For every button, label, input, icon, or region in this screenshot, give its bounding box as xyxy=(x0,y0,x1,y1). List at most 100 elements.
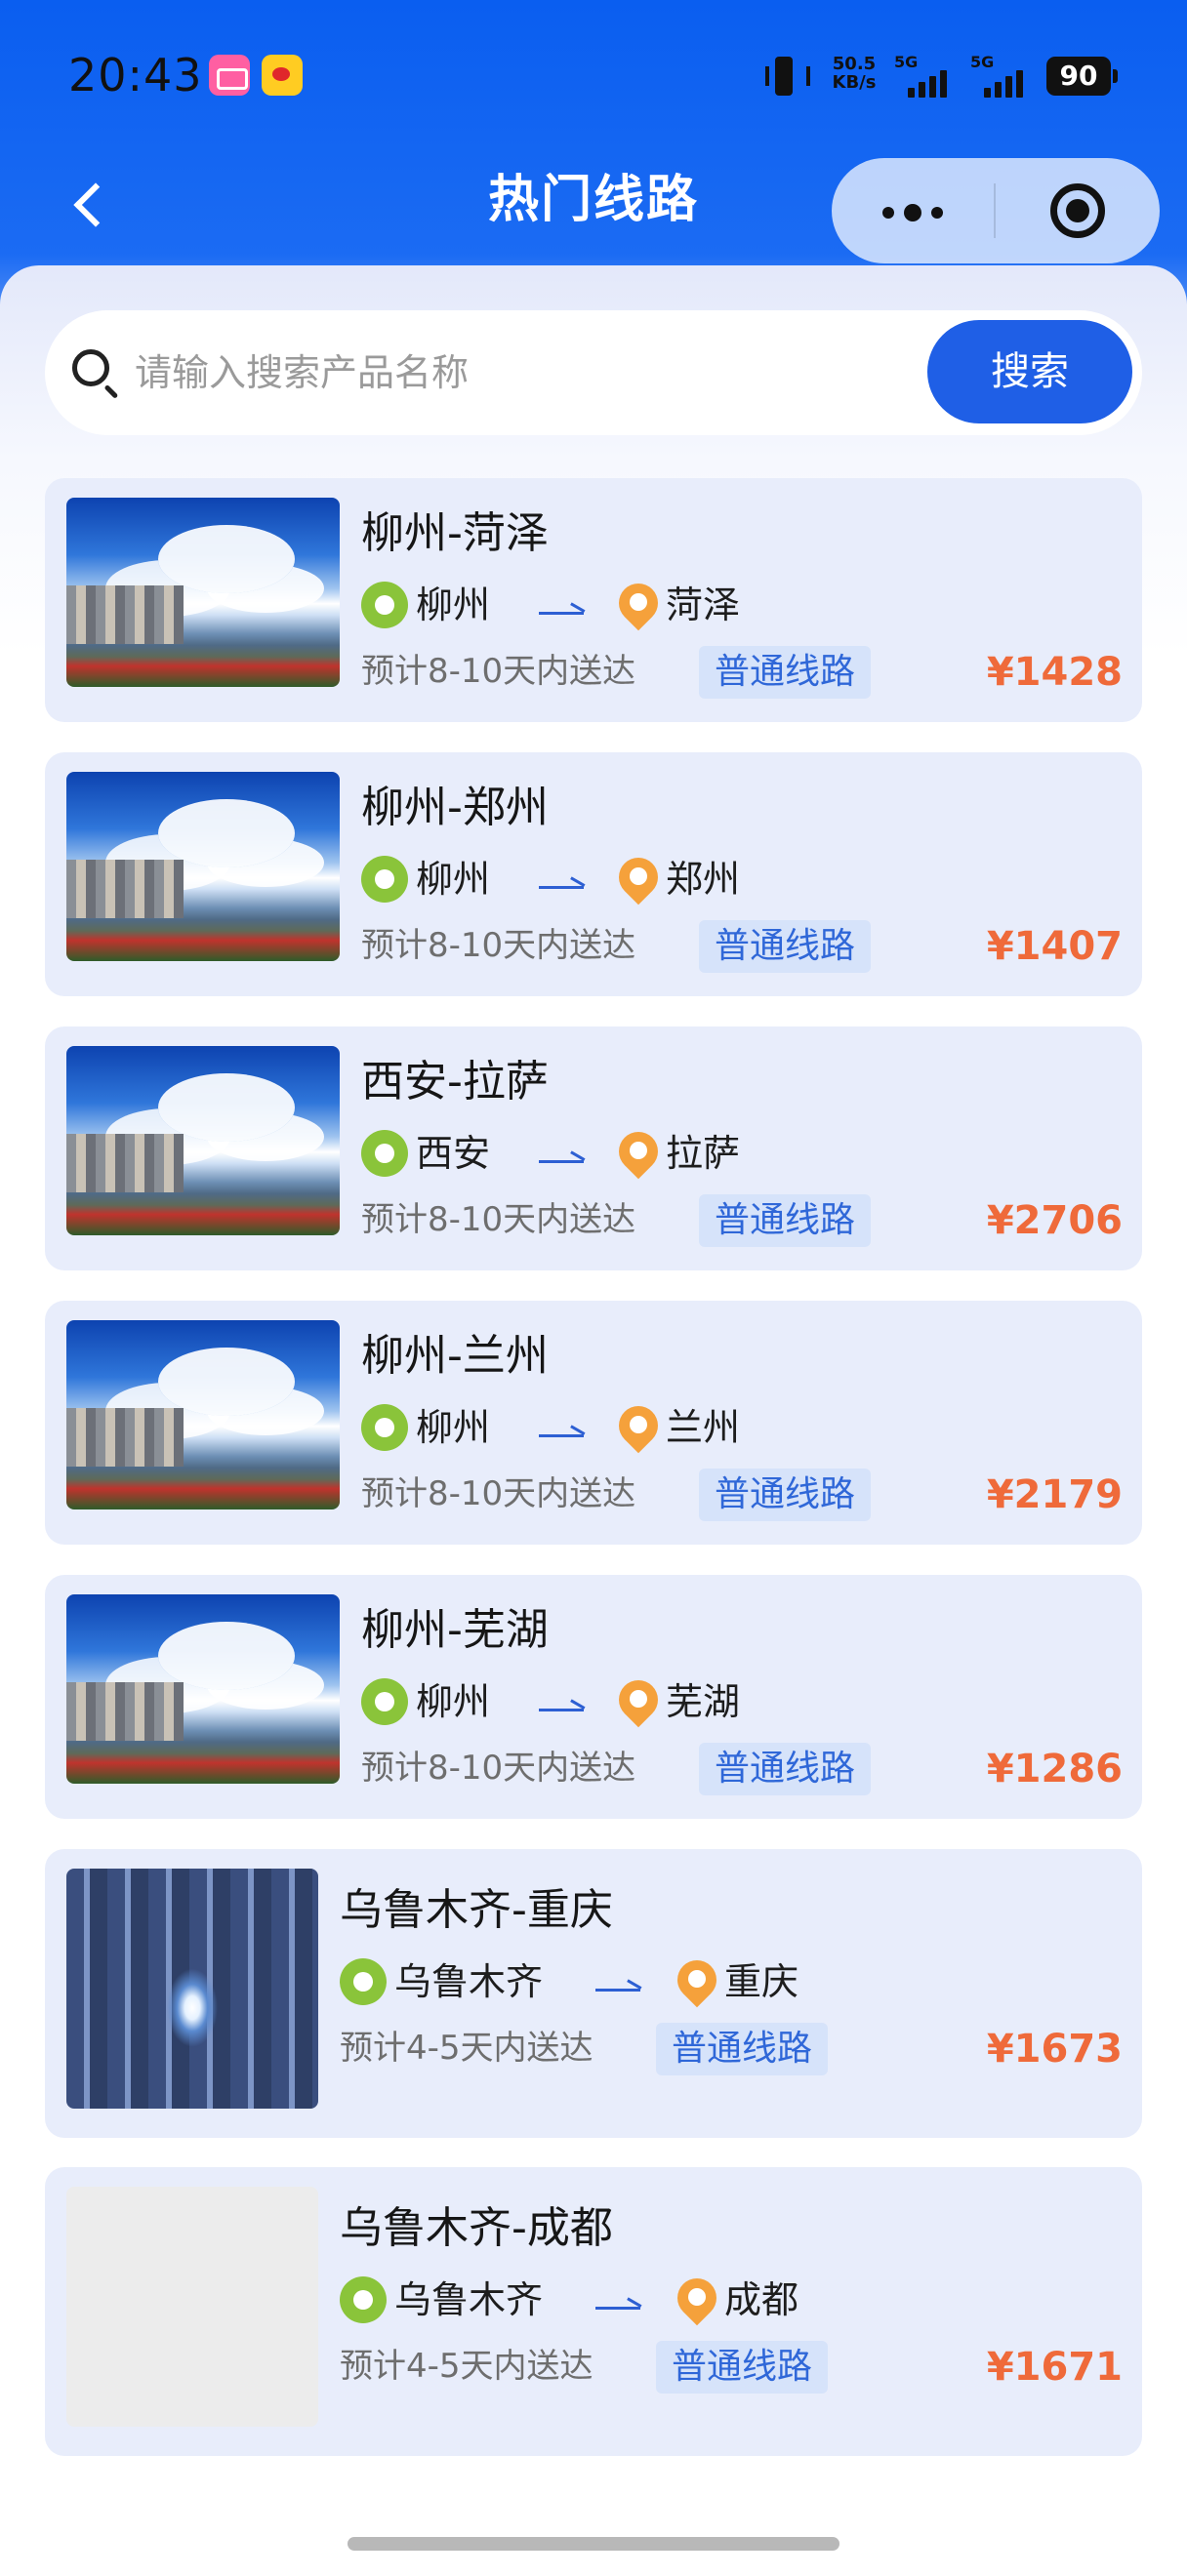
origin-city: 柳州 xyxy=(416,1406,491,1449)
network-speed: 50.5 KB/s xyxy=(826,55,882,92)
home-indicator[interactable] xyxy=(348,2537,839,2551)
route-path: 柳州 兰州 xyxy=(361,1402,1103,1453)
route-card[interactable]: 柳州-兰州 柳州 兰州 预计8-10天内送达 普通线路 ¥2179 xyxy=(45,1301,1142,1545)
route-card[interactable]: 柳州-菏泽 柳州 菏泽 预计8-10天内送达 普通线路 ¥1428 xyxy=(45,478,1142,722)
arrow-right-icon xyxy=(539,875,586,889)
signal-type: 5G xyxy=(970,53,995,71)
location-pin-icon xyxy=(617,854,660,905)
route-image xyxy=(66,772,340,961)
route-info: 乌鲁木齐-成都 乌鲁木齐 成都 预计4-5天内送达 普通线路 ¥1671 xyxy=(340,2193,1123,2397)
route-list: 柳州-菏泽 柳州 菏泽 预计8-10天内送达 普通线路 ¥1428 柳州-郑州 xyxy=(45,478,1142,2485)
route-image xyxy=(66,1594,340,1784)
delivery-estimate: 预计8-10天内送达 xyxy=(361,1749,636,1788)
route-title: 柳州-菏泽 xyxy=(361,508,549,558)
route-type-tag: 普通线路 xyxy=(656,2341,829,2394)
search-input[interactable] xyxy=(135,340,945,406)
location-pin-icon xyxy=(675,2274,718,2325)
origin-dot-icon xyxy=(340,2276,387,2323)
origin-dot-icon xyxy=(361,1130,408,1177)
nav-bar: 热门线路 xyxy=(0,146,1187,273)
origin-city: 乌鲁木齐 xyxy=(394,1960,544,2003)
destination-city: 成都 xyxy=(724,2278,799,2321)
route-path: 柳州 郑州 xyxy=(361,854,1103,905)
weibo-icon xyxy=(262,55,303,96)
delivery-estimate: 预计8-10天内送达 xyxy=(361,652,636,691)
origin-dot-icon xyxy=(361,582,408,628)
route-info: 柳州-菏泽 柳州 菏泽 预计8-10天内送达 普通线路 ¥1428 xyxy=(361,498,1123,703)
route-type-tag: 普通线路 xyxy=(656,2023,829,2075)
destination-city: 兰州 xyxy=(666,1406,741,1449)
route-card[interactable]: 西安-拉萨 西安 拉萨 预计8-10天内送达 普通线路 ¥2706 xyxy=(45,1026,1142,1270)
close-target-icon[interactable] xyxy=(996,158,1160,263)
route-card[interactable]: 乌鲁木齐-重庆 乌鲁木齐 重庆 预计4-5天内送达 普通线路 ¥1673 xyxy=(45,1849,1142,2138)
destination-city: 重庆 xyxy=(724,1960,799,2003)
signal-icon: 5G xyxy=(970,53,1035,98)
route-title: 西安-拉萨 xyxy=(361,1057,549,1107)
route-info: 西安-拉萨 西安 拉萨 预计8-10天内送达 普通线路 ¥2706 xyxy=(361,1046,1123,1251)
route-price: ¥1286 xyxy=(986,1747,1123,1791)
arrow-right-icon xyxy=(539,1698,586,1711)
status-time: 20:43 xyxy=(68,49,203,101)
route-info: 乌鲁木齐-重庆 乌鲁木齐 重庆 预计4-5天内送达 普通线路 ¥1673 xyxy=(340,1874,1123,2079)
route-image xyxy=(66,498,340,687)
origin-dot-icon xyxy=(340,1958,387,2005)
route-price: ¥2179 xyxy=(986,1472,1123,1517)
route-card[interactable]: 柳州-郑州 柳州 郑州 预计8-10天内送达 普通线路 ¥1407 xyxy=(45,752,1142,996)
delivery-estimate: 预计8-10天内送达 xyxy=(361,1200,636,1239)
route-title: 柳州-芜湖 xyxy=(361,1605,549,1655)
route-price: ¥1673 xyxy=(986,2027,1123,2072)
route-type-tag: 普通线路 xyxy=(699,1194,872,1247)
more-dots-icon[interactable] xyxy=(832,158,994,263)
delivery-estimate: 预计4-5天内送达 xyxy=(340,2029,594,2068)
route-title: 柳州-郑州 xyxy=(361,783,549,832)
route-info: 柳州-郑州 柳州 郑州 预计8-10天内送达 普通线路 ¥1407 xyxy=(361,772,1123,977)
route-path: 乌鲁木齐 成都 xyxy=(340,2274,1082,2325)
route-info: 柳州-芜湖 柳州 芜湖 预计8-10天内送达 普通线路 ¥1286 xyxy=(361,1594,1123,1799)
network-speed-value: 50.5 xyxy=(832,54,877,74)
origin-dot-icon xyxy=(361,856,408,903)
route-price: ¥1407 xyxy=(986,924,1123,969)
route-title: 乌鲁木齐-成都 xyxy=(340,2203,613,2253)
route-card[interactable]: 乌鲁木齐-成都 乌鲁木齐 成都 预计4-5天内送达 普通线路 ¥1671 xyxy=(45,2167,1142,2456)
arrow-right-icon xyxy=(595,2296,642,2310)
battery-icon: 90 xyxy=(1046,57,1118,96)
search-button[interactable]: 搜索 xyxy=(927,320,1132,423)
destination-city: 郑州 xyxy=(666,858,741,901)
location-pin-icon xyxy=(617,1128,660,1179)
search-icon xyxy=(68,345,123,400)
route-price: ¥2706 xyxy=(986,1198,1123,1243)
route-image xyxy=(66,1320,340,1509)
route-price: ¥1428 xyxy=(986,650,1123,695)
bilibili-icon xyxy=(209,55,250,96)
route-card[interactable]: 柳州-芜湖 柳州 芜湖 预计8-10天内送达 普通线路 ¥1286 xyxy=(45,1575,1142,1819)
route-path: 柳州 芜湖 xyxy=(361,1676,1103,1727)
destination-city: 芜湖 xyxy=(666,1680,741,1723)
network-speed-unit: KB/s xyxy=(832,72,877,93)
route-type-tag: 普通线路 xyxy=(699,646,872,699)
origin-city: 西安 xyxy=(416,1132,491,1175)
route-path: 西安 拉萨 xyxy=(361,1128,1103,1179)
miniprogram-capsule xyxy=(832,158,1160,263)
delivery-estimate: 预计8-10天内送达 xyxy=(361,926,636,965)
arrow-right-icon xyxy=(595,1978,642,1992)
route-title: 柳州-兰州 xyxy=(361,1331,549,1381)
signal-type: 5G xyxy=(894,53,919,71)
origin-city: 乌鲁木齐 xyxy=(394,2278,544,2321)
route-info: 柳州-兰州 柳州 兰州 预计8-10天内送达 普通线路 ¥2179 xyxy=(361,1320,1123,1525)
signal-icon: 5G xyxy=(894,53,959,98)
app-screen: 20:43 50.5 KB/s 5G 5G 90 热门线路 请输入搜索产品名称 … xyxy=(0,0,1187,2576)
route-path: 柳州 菏泽 xyxy=(361,580,1103,630)
location-pin-icon xyxy=(675,1956,718,2007)
location-pin-icon xyxy=(617,580,660,630)
origin-dot-icon xyxy=(361,1404,408,1451)
location-pin-icon xyxy=(617,1676,660,1727)
arrow-right-icon xyxy=(539,1149,586,1163)
origin-city: 柳州 xyxy=(416,858,491,901)
route-image-placeholder xyxy=(66,2187,318,2427)
delivery-estimate: 预计4-5天内送达 xyxy=(340,2347,594,2386)
route-type-tag: 普通线路 xyxy=(699,1743,872,1795)
arrow-right-icon xyxy=(539,601,586,615)
origin-city: 柳州 xyxy=(416,1680,491,1723)
route-path: 乌鲁木齐 重庆 xyxy=(340,1956,1082,2007)
destination-city: 菏泽 xyxy=(666,584,741,626)
